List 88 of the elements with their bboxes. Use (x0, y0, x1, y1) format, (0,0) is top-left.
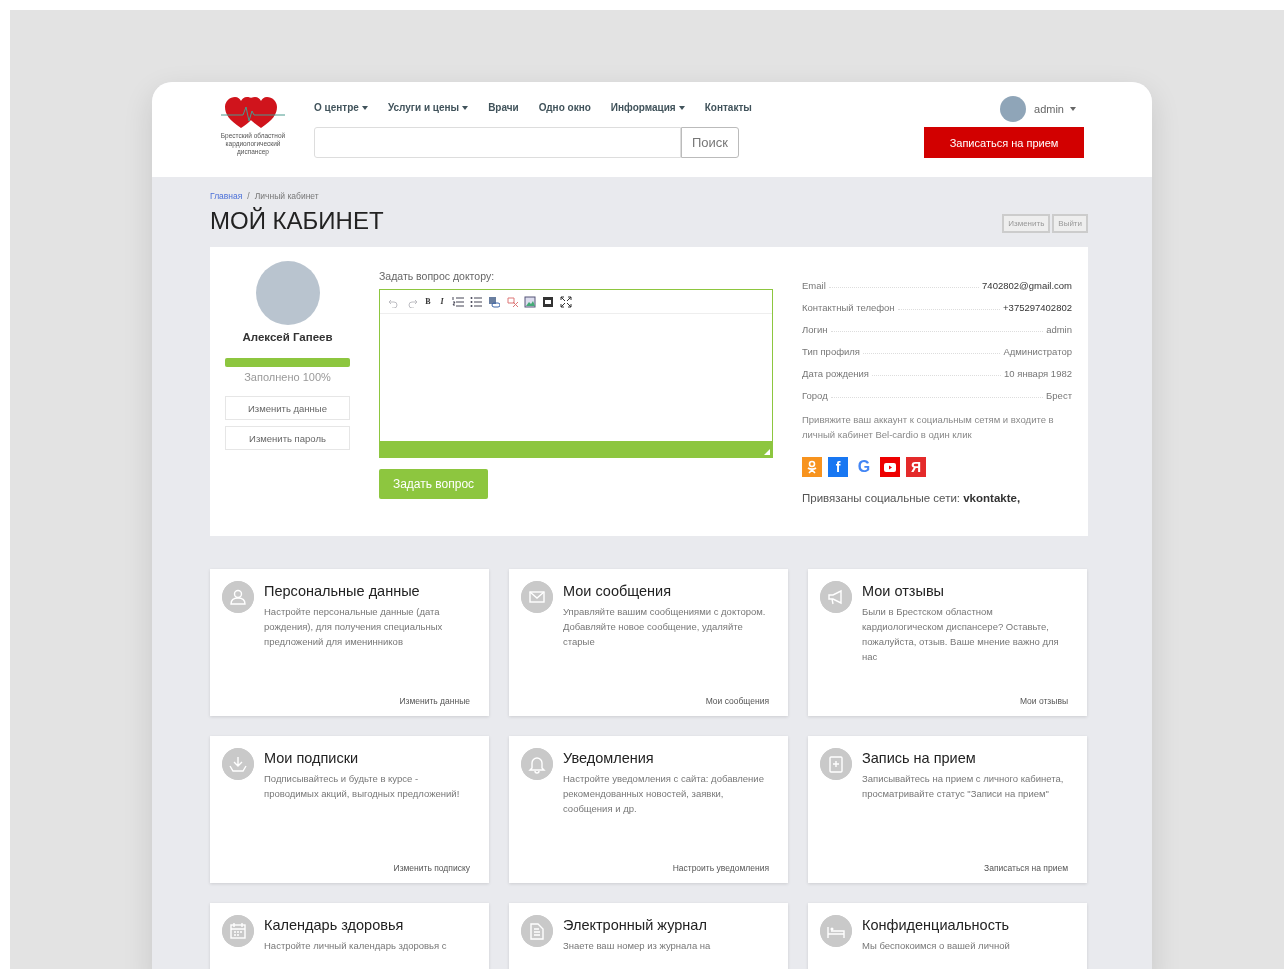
info-value: admin (1046, 324, 1072, 335)
info-label: Логин (802, 324, 828, 335)
bold-button[interactable]: B (424, 297, 432, 306)
card-description: Записывайтесь на прием с личного кабинета, просматривайте статус "Записи на прием" (862, 772, 1065, 801)
image-icon[interactable] (524, 295, 536, 308)
nav-link[interactable]: О центре (314, 102, 368, 113)
card-description: Настройте персональные данные (дата рождения), для получения специальных предложений для именинников (264, 605, 444, 649)
nav-link[interactable]: Врачи (488, 102, 519, 113)
profile-name: Алексей Гапеев (242, 331, 333, 343)
card-title: Электронный журнал (563, 917, 708, 933)
card-icon (222, 915, 254, 947)
card-title: Персональные данные (264, 583, 421, 599)
card-title: Мои сообщения (563, 583, 673, 599)
card-link[interactable]: Настроить уведомления (672, 863, 769, 873)
card-description: Были в Брестском областном кардиологическом диспансере? Оставьте, пожалуйста, отзыв. Ваше мнение важно для нас (862, 605, 1060, 664)
google-login-icon[interactable]: G (854, 457, 874, 477)
breadcrumb-current: Личный кабинет (254, 191, 319, 201)
card-icon (820, 581, 852, 613)
card-description: Настройте уведомления с сайта: добавление рекомендованных новостей, заявки, сообщения и др. (563, 772, 765, 816)
question-editor[interactable]: B I (379, 289, 773, 458)
card-icon (222, 581, 254, 613)
card-title: Календарь здоровья (264, 917, 405, 933)
card-icon (521, 915, 553, 947)
search-button[interactable]: Поиск (681, 127, 739, 158)
info-label: Город (802, 390, 828, 401)
caret-icon (1070, 107, 1076, 111)
card-description: Знаете ваш номер из журнала на (563, 939, 712, 953)
breadcrumb-link[interactable]: Главная (210, 191, 243, 201)
card-description: Настройте личный календарь здоровья с (264, 939, 448, 953)
card-description: Мы беспокоимся о вашей личной (862, 939, 1011, 953)
unlink-icon[interactable] (506, 295, 518, 308)
bullet-list-icon[interactable] (470, 295, 482, 308)
info-label: Контактный телефон (802, 302, 895, 313)
card-title: Запись на прием (862, 750, 977, 766)
profile-button[interactable]: Изменить данные (225, 396, 350, 420)
card-link[interactable]: Изменить данные (399, 696, 470, 706)
social-login-icon[interactable] (880, 457, 900, 477)
info-value: Брест (1046, 390, 1072, 401)
info-value: Администратор (1003, 346, 1072, 357)
video-icon[interactable] (542, 295, 554, 308)
question-label: Задать вопрос доктору: (379, 270, 496, 282)
card-icon (521, 748, 553, 780)
info-value: 10 января 1982 (1004, 368, 1072, 379)
card-link[interactable]: Мои отзывы (1019, 696, 1068, 706)
social-login-icon[interactable]: f (828, 457, 848, 477)
card-link[interactable]: Мои сообщения (705, 696, 769, 706)
social-login-icon[interactable]: Я (906, 457, 926, 477)
nav-link[interactable]: Контакты (704, 102, 752, 113)
info-value: 7402802@gmail.com (982, 280, 1072, 291)
fullscreen-icon[interactable] (560, 295, 572, 308)
card-icon (820, 915, 852, 947)
card-icon (222, 748, 254, 780)
nav-link[interactable]: Одно окно (538, 102, 591, 113)
heart-logo-icon[interactable] (221, 96, 285, 130)
card-title: Уведомления (563, 750, 655, 766)
card-link[interactable]: Записаться на прием (984, 863, 1068, 873)
linked-networks-text: Привязаны социальные сети: vkontakte, (802, 492, 1022, 504)
caret-icon (361, 105, 368, 110)
user-menu[interactable]: admin (1034, 103, 1076, 115)
nav-link[interactable]: Услуги и цены (387, 102, 469, 113)
breadcrumb-separator: / (247, 191, 250, 201)
caret-icon (678, 105, 685, 110)
appointment-button[interactable]: Записаться на прием (924, 127, 1084, 158)
info-value: +375297402802 (1003, 302, 1072, 313)
card-description: Управляйте вашим сообщениями с доктором. Добавляйте новое сообщение, удаляйте старые (563, 605, 767, 649)
italic-button[interactable]: I (438, 297, 446, 306)
page-title: МОЙ КАБИНЕТ (210, 207, 384, 235)
info-label: Email (802, 280, 826, 291)
progress-label: Заполнено 100% (244, 371, 331, 383)
info-label: Дата рождения (802, 368, 869, 379)
card-title: Мои подписки (264, 750, 360, 766)
caret-icon (462, 105, 469, 110)
link-icon[interactable] (488, 295, 500, 308)
card-link[interactable]: Изменить подписку (393, 863, 470, 873)
card-title: Мои отзывы (862, 583, 945, 599)
card-icon (521, 581, 553, 613)
avatar-image[interactable] (1000, 96, 1027, 122)
numbered-list-icon[interactable] (452, 295, 464, 308)
search-field[interactable] (314, 127, 681, 158)
card-title: Конфиденциальность (862, 917, 1011, 933)
nav-link[interactable]: Информация (610, 102, 685, 113)
card-icon (820, 748, 852, 780)
card-description: Подписывайтесь и будьте в курсе - проводимых акций, выгодных предложений! (264, 772, 461, 801)
info-label: Тип профиля (802, 346, 860, 357)
social-login-icon[interactable] (802, 457, 822, 477)
social-hint: Привяжите ваш аккаунт к социальным сетям и входите в личный кабинет Bel-cardio в один клик (802, 413, 1055, 442)
profile-button[interactable]: Изменить пароль (225, 426, 350, 450)
resize-handle-icon[interactable] (764, 449, 770, 455)
